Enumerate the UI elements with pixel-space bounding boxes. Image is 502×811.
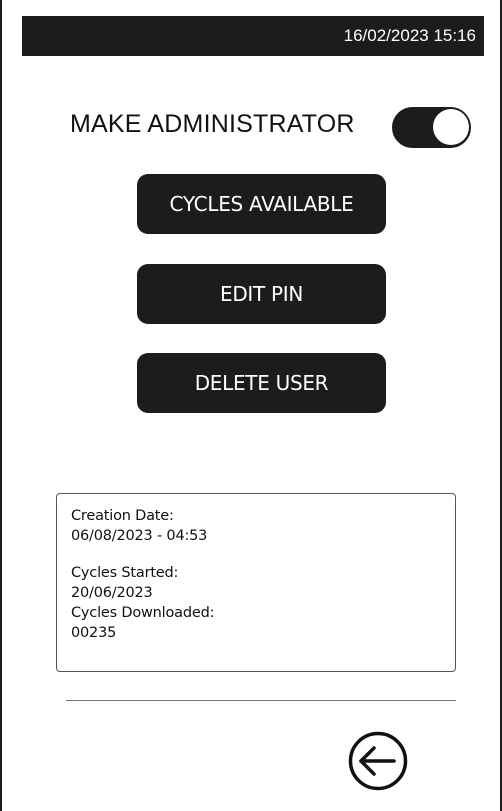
creation-date-label: Creation Date: bbox=[71, 508, 174, 524]
toggle-knob bbox=[433, 109, 469, 145]
edit-pin-button[interactable]: EDIT PIN bbox=[137, 264, 386, 324]
cycles-downloaded-label: Cycles Downloaded: bbox=[71, 605, 215, 621]
back-button[interactable] bbox=[346, 729, 410, 793]
creation-date-value: 06/08/2023 - 04:53 bbox=[71, 528, 208, 544]
cycles-available-button[interactable]: CYCLES AVAILABLE bbox=[137, 174, 386, 234]
cycles-downloaded-value: 00235 bbox=[71, 625, 117, 641]
cycles-started-label: Cycles Started: bbox=[71, 565, 179, 581]
make-administrator-label: MAKE ADMINISTRATOR bbox=[70, 110, 355, 138]
cycles-started-value: 20/06/2023 bbox=[71, 585, 153, 601]
delete-user-button[interactable]: DELETE USER bbox=[137, 353, 386, 413]
divider bbox=[66, 700, 456, 701]
status-bar: 16/02/2023 15:16 bbox=[22, 16, 484, 56]
make-administrator-toggle[interactable] bbox=[392, 107, 471, 148]
user-info-panel: Creation Date: 06/08/2023 - 04:53 Cycles… bbox=[56, 493, 456, 672]
arrow-left-circle-icon bbox=[348, 731, 408, 791]
status-datetime: 16/02/2023 15:16 bbox=[343, 26, 476, 45]
user-settings-screen: 16/02/2023 15:16 MAKE ADMINISTRATOR CYCL… bbox=[0, 0, 502, 811]
